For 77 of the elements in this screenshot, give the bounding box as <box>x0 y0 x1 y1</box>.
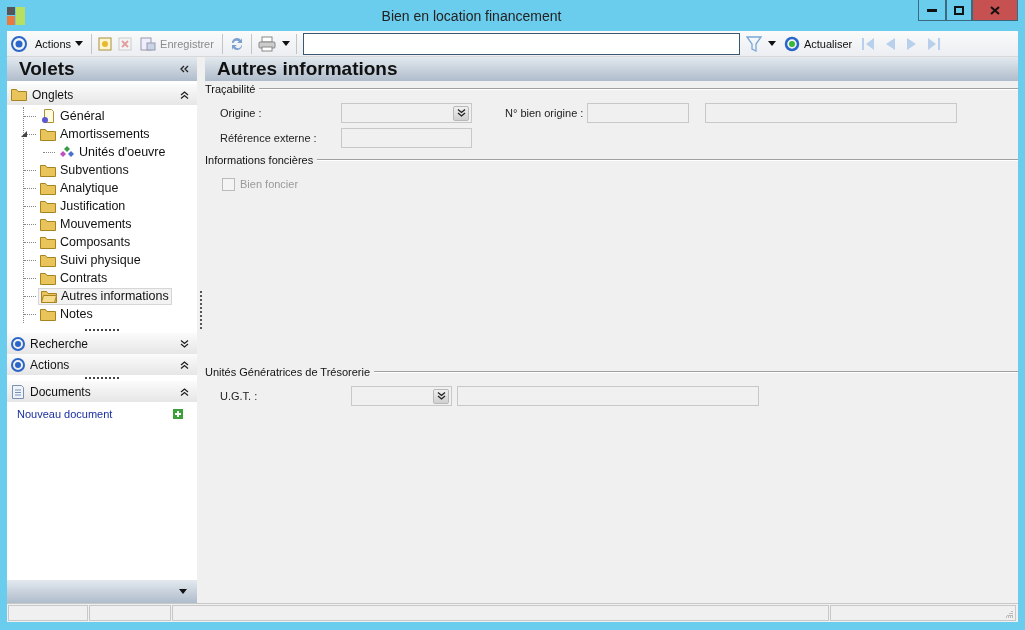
last-icon <box>926 35 943 52</box>
sidebar-title: Volets <box>19 58 76 80</box>
document-icon <box>11 383 25 400</box>
dropdown-caret-icon <box>179 589 187 594</box>
tree-item[interactable]: Unités d'oeuvre <box>57 143 168 161</box>
group-title: Informations foncières <box>205 154 314 166</box>
folder-icon <box>40 253 56 267</box>
search-field[interactable] <box>302 32 740 55</box>
target-icon <box>11 336 25 351</box>
printer-icon <box>257 35 276 52</box>
app-icon <box>7 6 25 25</box>
tree-item[interactable]: Composants <box>38 233 133 251</box>
new-document-icon <box>98 36 113 51</box>
document-icon <box>40 108 56 124</box>
tree-item[interactable]: Amortissements <box>38 125 152 143</box>
folder-icon <box>40 199 56 213</box>
checkbox-label: Bien foncier <box>240 178 299 190</box>
collapse-icon <box>180 360 189 369</box>
group-title: Unités Génératrices de Trésorerie <box>205 366 371 378</box>
new-document-link[interactable]: Nouveau document <box>17 408 113 420</box>
input-field[interactable] <box>457 386 759 406</box>
tree-item[interactable]: Autres informations <box>38 287 172 305</box>
folder-icon <box>40 127 56 141</box>
caret-icon <box>75 41 84 46</box>
print-caret-icon <box>281 41 290 46</box>
expand-icon <box>180 339 189 348</box>
panel-header[interactable]: Documents <box>7 381 197 402</box>
collapse-icon <box>180 387 189 396</box>
group-title: Traçabilité <box>205 83 256 95</box>
filter-caret-icon <box>767 41 776 46</box>
minimize-icon <box>927 8 937 12</box>
folder-icon <box>40 235 56 249</box>
collapse-left-icon <box>180 65 189 73</box>
input-field[interactable] <box>341 128 472 148</box>
minimize-button[interactable] <box>918 0 946 21</box>
folder-icon <box>40 181 56 195</box>
panel-header[interactable]: Actions <box>7 354 197 375</box>
diamonds-icon <box>59 145 75 159</box>
actions-menu-button[interactable]: Actions <box>33 37 86 50</box>
window-title: Bien en location financement <box>380 7 563 24</box>
close-button[interactable] <box>972 0 1018 21</box>
field-label: N° bien origine : <box>505 107 585 119</box>
tree-item[interactable]: Général <box>38 107 107 125</box>
collapse-icon <box>180 90 189 99</box>
dropdown-icon <box>436 392 446 400</box>
save-icon <box>140 36 157 51</box>
panel-header[interactable]: Recherche <box>7 333 197 354</box>
refresh-icon <box>783 35 800 52</box>
dropdown-icon <box>456 109 466 117</box>
refresh-button[interactable]: Actualiser <box>781 35 855 52</box>
field-label: Référence externe : <box>220 132 318 144</box>
filter-icon <box>745 34 762 53</box>
input-field[interactable] <box>705 103 957 123</box>
target-icon <box>11 35 27 52</box>
tree-item[interactable]: Analytique <box>38 179 121 197</box>
folder-icon <box>40 271 56 285</box>
target-icon <box>11 357 25 372</box>
folder-icon <box>11 88 27 101</box>
folder-icon <box>40 217 56 231</box>
resize-grip-icon <box>1005 610 1013 618</box>
folder-icon <box>40 163 56 177</box>
maximize-icon <box>954 5 964 15</box>
panel-header[interactable]: Onglets <box>7 84 197 105</box>
input-field[interactable] <box>587 103 689 123</box>
folder-icon <box>40 307 56 321</box>
add-icon <box>173 409 183 419</box>
tree-item[interactable]: Contrats <box>38 269 110 287</box>
page-title: Autres informations <box>217 58 399 80</box>
tree-item[interactable]: Notes <box>38 305 95 323</box>
field-label: U.G.T. : <box>220 390 259 402</box>
open-folder-icon <box>41 289 57 303</box>
tree-item[interactable]: Suivi physique <box>38 251 143 269</box>
tree-item[interactable]: Mouvements <box>38 215 134 233</box>
tree-item[interactable]: Subventions <box>38 161 131 179</box>
field-label: Origine : <box>220 107 263 119</box>
close-icon <box>990 5 1000 15</box>
tree-item[interactable]: Justification <box>38 197 128 215</box>
